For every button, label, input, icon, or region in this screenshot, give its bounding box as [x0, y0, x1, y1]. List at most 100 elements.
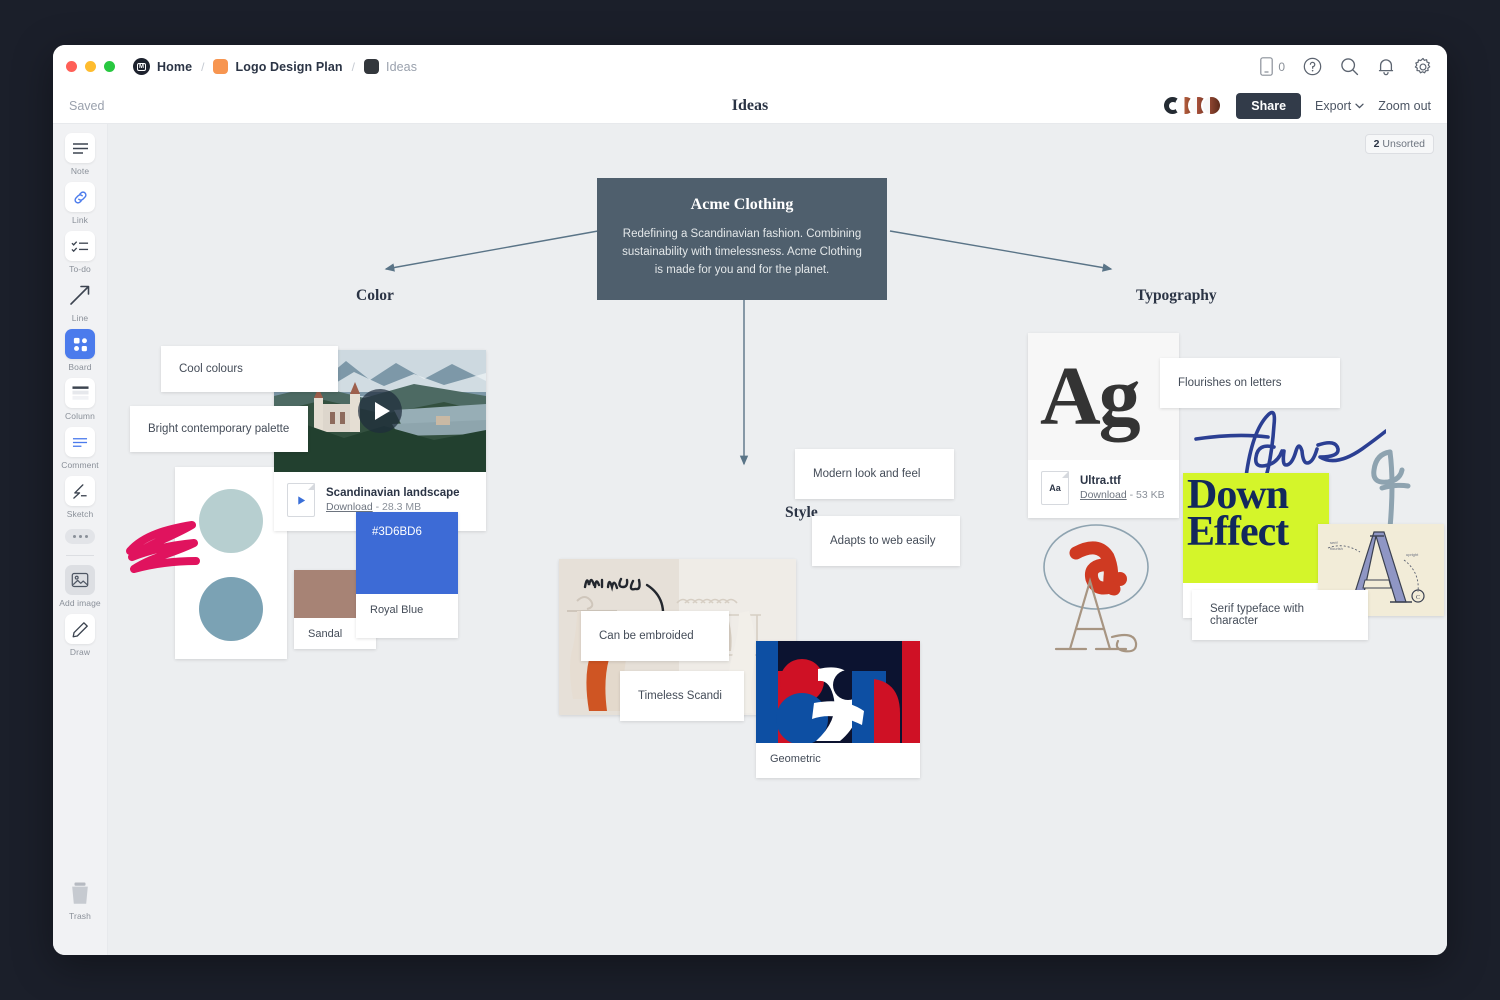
bell-icon	[1378, 59, 1394, 76]
sidebar-item-board[interactable]: Board	[53, 329, 107, 372]
board-canvas[interactable]: 2 Unsorted Acme Clothing Redefining a Sc…	[108, 124, 1447, 955]
sidebar-label-todo: To-do	[69, 264, 91, 274]
letter-a-red-sketch[interactable]	[1038, 519, 1158, 659]
maximize-window-button[interactable]	[104, 61, 115, 72]
breadcrumb-item-logo-design-plan[interactable]: Logo Design Plan	[213, 59, 343, 74]
svg-text:C: C	[1416, 595, 1420, 601]
sidebar-item-line[interactable]: Line	[53, 280, 107, 323]
note-cool-colours[interactable]: Cool colours	[161, 346, 338, 392]
font-download-link[interactable]: Download	[1080, 489, 1127, 501]
app-window: M Home / Logo Design Plan / Ideas 0 Save…	[53, 45, 1447, 955]
help-button[interactable]	[1303, 57, 1322, 76]
letter-a-gray-sketch[interactable]	[1356, 444, 1416, 534]
device-preview-button[interactable]: 0	[1260, 57, 1285, 76]
breadcrumb-item-home[interactable]: M Home	[133, 58, 192, 75]
sidebar-label-trash: Trash	[69, 911, 91, 921]
swatch-label-royal-blue: Royal Blue	[370, 604, 424, 616]
sidebar-item-trash[interactable]: Trash	[53, 878, 107, 921]
breadcrumb: M Home / Logo Design Plan / Ideas	[133, 58, 417, 75]
font-file-icon-label: Aa	[1049, 483, 1061, 493]
minimize-window-button[interactable]	[85, 61, 96, 72]
note-modern-look[interactable]: Modern look and feel	[795, 449, 954, 499]
more-options-icon[interactable]	[65, 529, 95, 544]
note-icon	[65, 133, 95, 163]
sidebar-label-note: Note	[70, 166, 90, 176]
save-status-label: Saved	[69, 98, 105, 113]
svg-text:flourish: flourish	[1330, 546, 1343, 551]
root-node[interactable]: Acme Clothing Redefining a Scandinavian …	[597, 178, 887, 300]
notifications-button[interactable]	[1377, 57, 1395, 76]
svg-text:serif: serif	[1330, 540, 1338, 545]
question-mark-icon	[1303, 57, 1322, 76]
breadcrumb-label-home: Home	[157, 59, 193, 74]
note-bright-palette[interactable]: Bright contemporary palette	[130, 406, 308, 452]
chevron-down-icon	[1355, 103, 1364, 109]
branch-title-color: Color	[356, 287, 394, 304]
sub-toolbar-actions: Share Export Zoom out	[1162, 92, 1431, 119]
unsorted-badge[interactable]: 2 Unsorted	[1364, 134, 1434, 154]
note-serif-character[interactable]: Serif typeface with character	[1192, 590, 1368, 640]
root-node-description: Redefining a Scandinavian fashion. Combi…	[622, 228, 862, 276]
sidebar-label-board: Board	[68, 362, 92, 372]
font-file-row: Aa Ultra.ttf Download - 53 KB	[1028, 460, 1179, 516]
line-arrow-icon	[65, 280, 95, 310]
color-circle-dark	[199, 577, 263, 641]
board-icon	[65, 329, 95, 359]
note-can-be-embroided[interactable]: Can be embroided	[581, 611, 729, 661]
trash-icon	[65, 878, 95, 908]
breadcrumb-separator: /	[201, 59, 205, 74]
close-window-button[interactable]	[66, 61, 77, 72]
avatar[interactable]	[1201, 95, 1223, 116]
note-adapts-web[interactable]: Adapts to web easily	[812, 516, 960, 566]
font-specimen-card[interactable]: Ag Aa Ultra.ttf Download - 53 KB	[1028, 333, 1179, 518]
breadcrumb-label-logo-design-plan: Logo Design Plan	[235, 59, 343, 74]
note-timeless-scandi[interactable]: Timeless Scandi	[620, 671, 744, 721]
pink-scribble-sketch[interactable]	[122, 517, 202, 573]
mobile-device-icon	[1260, 57, 1274, 76]
share-button[interactable]: Share	[1236, 92, 1302, 119]
sidebar-item-comment[interactable]: Comment	[53, 427, 107, 470]
font-specimen-sample: Ag	[1040, 349, 1141, 443]
sidebar-item-sketch[interactable]: Sketch	[53, 476, 107, 519]
swatch-card-royal-blue[interactable]: #3D6BD6 Royal Blue	[356, 512, 458, 638]
add-image-icon	[65, 565, 95, 595]
tool-sidebar: Note Link To-do Line Board Column Commen…	[53, 124, 108, 955]
sidebar-item-todo[interactable]: To-do	[53, 231, 107, 274]
play-button[interactable]	[358, 389, 402, 433]
note-flourishes[interactable]: Flourishes on letters	[1160, 358, 1340, 408]
sidebar-item-note[interactable]: Note	[53, 133, 107, 176]
column-icon	[65, 378, 95, 408]
zoom-out-button[interactable]: Zoom out	[1378, 99, 1431, 113]
video-file-name: Scandinavian landscape	[326, 487, 460, 499]
font-specimen-preview: Ag	[1028, 333, 1179, 460]
geometric-card[interactable]: Geometric	[756, 641, 920, 778]
dark-square-icon	[364, 59, 379, 74]
export-button[interactable]: Export	[1315, 99, 1364, 113]
sidebar-label-comment: Comment	[61, 460, 99, 470]
swatch-hex-code: #3D6BD6	[372, 526, 422, 538]
window-controls[interactable]	[66, 61, 115, 72]
app-body: Note Link To-do Line Board Column Commen…	[53, 124, 1447, 955]
search-button[interactable]	[1340, 57, 1359, 76]
unsorted-count: 2	[1373, 138, 1380, 150]
breadcrumb-item-ideas[interactable]: Ideas	[364, 59, 417, 74]
sidebar-item-add-image[interactable]: Add image	[53, 565, 107, 608]
font-file-name: Ultra.ttf	[1080, 475, 1121, 487]
poster-artwork: Down Effect	[1183, 473, 1329, 583]
sketch-icon	[65, 476, 95, 506]
sidebar-label-column: Column	[65, 411, 95, 421]
todo-icon	[65, 231, 95, 261]
sidebar-item-link[interactable]: Link	[53, 182, 107, 225]
settings-button[interactable]	[1413, 57, 1433, 77]
font-file-size: 53 KB	[1136, 489, 1165, 501]
sidebar-label-draw: Draw	[69, 647, 91, 657]
collaborator-avatars[interactable]	[1162, 95, 1223, 116]
sidebar-label-sketch: Sketch	[66, 509, 94, 519]
geometric-letterforms	[756, 641, 920, 743]
note-text: Adapts to web easily	[830, 535, 936, 547]
note-text: Modern look and feel	[813, 468, 921, 480]
sidebar-label-link: Link	[72, 215, 88, 225]
unsorted-label: Unsorted	[1382, 138, 1425, 150]
sidebar-item-column[interactable]: Column	[53, 378, 107, 421]
sidebar-item-draw[interactable]: Draw	[53, 614, 107, 657]
